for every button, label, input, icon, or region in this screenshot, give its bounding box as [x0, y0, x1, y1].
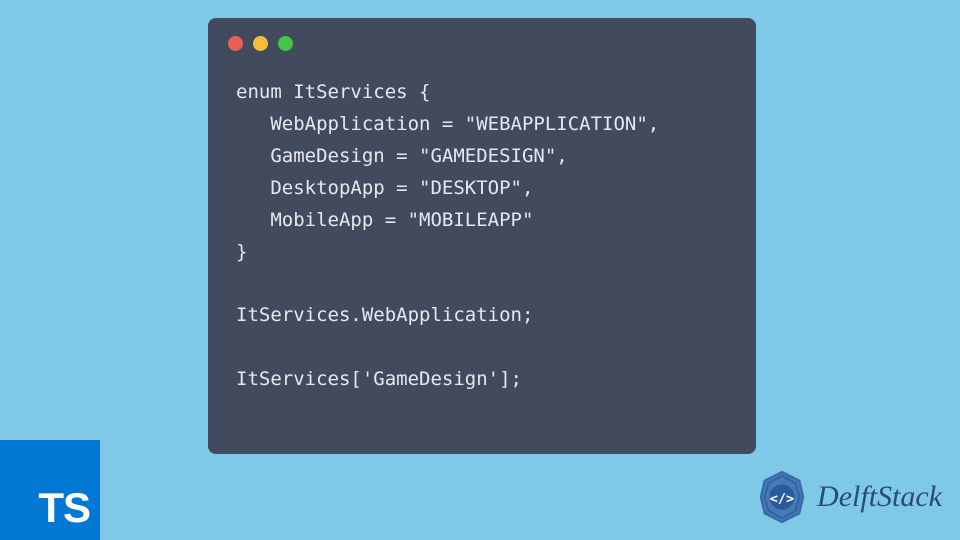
- minimize-icon: [253, 36, 268, 51]
- code-content: enum ItServices { WebApplication = "WEBA…: [208, 59, 756, 414]
- delftstack-brand-name: DelftStack: [817, 480, 942, 514]
- code-window: enum ItServices { WebApplication = "WEBA…: [208, 18, 756, 454]
- close-icon: [228, 36, 243, 51]
- typescript-badge-label: TS: [38, 484, 90, 532]
- delftstack-brand: </> DelftStack: [753, 468, 942, 526]
- window-controls: [208, 18, 756, 59]
- delftstack-logo-icon: </>: [753, 468, 811, 526]
- maximize-icon: [278, 36, 293, 51]
- svg-text:</>: </>: [770, 491, 794, 507]
- typescript-badge: TS: [0, 440, 100, 540]
